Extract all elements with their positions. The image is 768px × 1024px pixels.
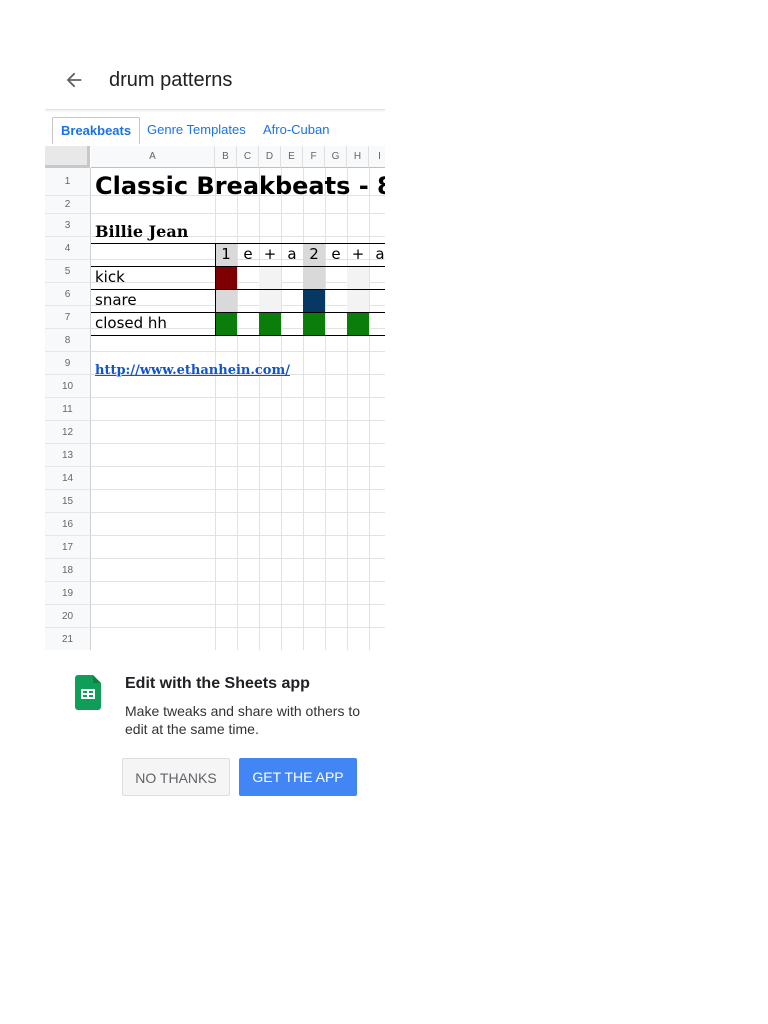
row-header[interactable]: 12 [45,421,91,444]
gridline [91,282,385,283]
gridline [91,581,385,582]
column-header-f[interactable]: F [303,146,325,168]
hihat-step-7[interactable] [347,312,369,335]
table-border [91,312,385,313]
top-app-bar: drum patterns [45,52,385,110]
gridline [91,489,385,490]
get-the-app-button[interactable]: GET THE APP [239,758,357,796]
gridline [91,558,385,559]
instrument-kick: kick [95,268,125,286]
gridline [369,168,370,650]
row-header[interactable]: 1 [45,168,91,196]
select-all-corner[interactable] [45,146,90,168]
beat-label: 2 [309,245,319,263]
column-header-a[interactable]: A [91,146,215,168]
sheet-tabs: Breakbeats Genre Templates Afro-Cuban [45,117,385,145]
row-header[interactable]: 5 [45,260,91,283]
row-header[interactable]: 21 [45,628,91,650]
row-header[interactable]: 3 [45,214,91,237]
row-header[interactable]: 8 [45,329,91,352]
gridline [303,168,304,650]
gridline [91,213,385,214]
gridline [281,168,282,650]
beat-label: a [287,245,297,263]
table-border [91,289,385,290]
kick-step-7[interactable] [347,266,369,289]
gridline [91,397,385,398]
row-header[interactable]: 18 [45,559,91,582]
column-header-g[interactable]: G [325,146,347,168]
column-header-e[interactable]: E [281,146,303,168]
column-header-b[interactable]: B [215,146,237,168]
kick-step-3[interactable] [259,266,281,289]
tab-breakbeats[interactable]: Breakbeats [52,117,141,144]
row-header[interactable]: 15 [45,490,91,513]
tab-afro-cuban[interactable]: Afro-Cuban [263,117,329,143]
beat-label: + [263,245,277,263]
snare-step-5[interactable] [303,289,325,312]
arrow-left-icon[interactable] [63,69,85,91]
beat-label: e [243,245,253,263]
song-title: Billie Jean [95,222,189,241]
no-thanks-button[interactable]: NO THANKS [122,758,230,796]
column-header-d[interactable]: D [259,146,281,168]
instrument-snare: snare [95,291,137,309]
gridline [259,168,260,650]
row-header[interactable]: 17 [45,536,91,559]
hihat-step-1[interactable] [215,312,237,335]
hihat-step-3[interactable] [259,312,281,335]
google-sheets-icon [75,675,101,710]
gridline [215,168,216,650]
promo-text: Make tweaks and share with others to edi… [125,703,361,737]
tab-genre-templates[interactable]: Genre Templates [147,117,246,143]
document-title: drum patterns [109,69,233,91]
row-header[interactable]: 13 [45,444,91,467]
column-header-c[interactable]: C [237,146,259,168]
kick-step-1[interactable] [215,266,237,289]
table-border [91,335,385,336]
table-border [91,266,385,267]
snare-step-7[interactable] [347,289,369,312]
row-header[interactable]: 6 [45,283,91,306]
gridline [91,466,385,467]
row-header[interactable]: 7 [45,306,91,329]
instrument-closed-hh: closed hh [95,314,167,332]
row-header[interactable]: 14 [45,467,91,490]
column-header-h[interactable]: H [347,146,369,168]
gridline [325,168,326,650]
gridline [91,351,385,352]
beat-label: a [375,245,385,263]
snare-step-3[interactable] [259,289,281,312]
row-header[interactable]: 19 [45,582,91,605]
spreadsheet-viewer: drum patterns Breakbeats Genre Templates… [45,52,385,650]
gridline [91,443,385,444]
row-header[interactable]: 20 [45,605,91,628]
gridline [91,420,385,421]
gridline [91,535,385,536]
gridline [237,168,238,650]
ethanhein-link[interactable]: http://www.ethanhein.com/ [95,363,290,378]
row-header[interactable]: 11 [45,398,91,421]
hihat-step-5[interactable] [303,312,325,335]
gridline [91,604,385,605]
table-border [215,243,216,335]
kick-step-5[interactable] [303,266,325,289]
sheet-title: Classic Breakbeats - 8 [95,172,385,200]
snare-step-1[interactable] [215,289,237,312]
promo-title: Edit with the Sheets app [125,675,310,692]
gridline [347,168,348,650]
beat-label: 1 [221,245,231,263]
table-border [91,243,385,244]
row-header[interactable]: 2 [45,196,91,214]
beat-label: e [331,245,341,263]
gridline [91,627,385,628]
beat-label: + [351,245,365,263]
row-header[interactable]: 4 [45,237,91,260]
row-header[interactable]: 10 [45,375,91,398]
row-header[interactable]: 16 [45,513,91,536]
gridline [91,512,385,513]
column-header-i[interactable]: I [369,146,385,168]
row-header[interactable]: 9 [45,352,91,375]
